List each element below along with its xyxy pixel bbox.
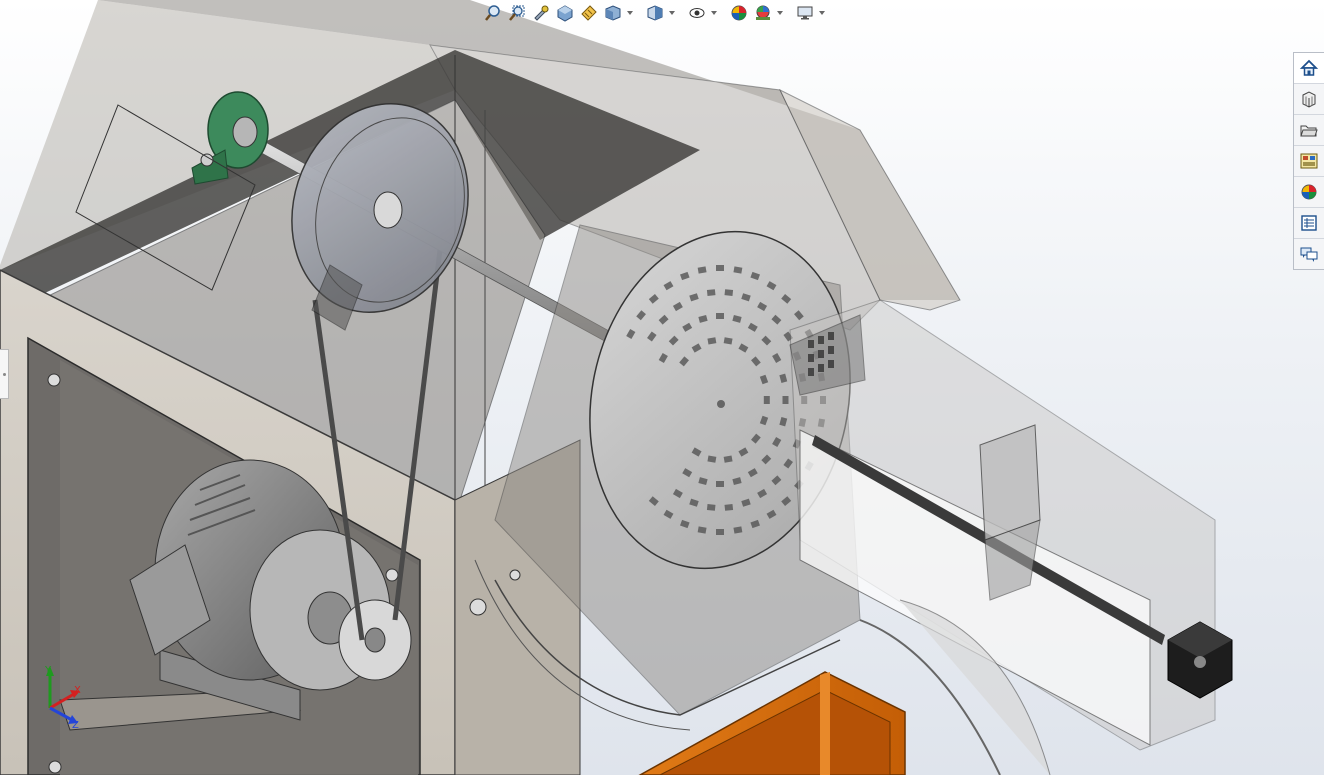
view-orientation-icon[interactable] bbox=[602, 2, 624, 24]
feature-manager-collapse-handle[interactable] bbox=[0, 349, 9, 399]
previous-view-icon[interactable] bbox=[530, 2, 552, 24]
apply-scene-dropdown-icon[interactable] bbox=[776, 2, 784, 24]
display-style-dropdown-icon[interactable] bbox=[668, 2, 676, 24]
triad-z-label: Z bbox=[72, 720, 79, 731]
display-style-icon[interactable] bbox=[644, 2, 666, 24]
hide-show-dropdown-icon[interactable] bbox=[710, 2, 718, 24]
edit-appearance-icon[interactable] bbox=[728, 2, 750, 24]
zoom-to-fit-icon[interactable] bbox=[482, 2, 504, 24]
triad-x-axis bbox=[49, 692, 75, 710]
graphics-area[interactable] bbox=[0, 0, 1324, 775]
sieve-hole bbox=[716, 529, 724, 535]
view-settings-dropdown-icon[interactable] bbox=[818, 2, 826, 24]
reference-triad: Y X Z bbox=[44, 665, 81, 731]
triad-z-axis bbox=[49, 706, 73, 722]
sieve-hole bbox=[716, 481, 724, 487]
sieve-hole bbox=[782, 396, 789, 404]
triad-y-label: Y bbox=[44, 665, 52, 676]
handle-grip bbox=[2, 372, 6, 376]
sieve-hole bbox=[716, 313, 724, 319]
sieve-hole bbox=[724, 503, 734, 511]
apply-scene-icon[interactable] bbox=[752, 2, 774, 24]
section-view-icon[interactable] bbox=[554, 2, 576, 24]
design-library-icon[interactable] bbox=[1294, 84, 1324, 115]
sieve-hole bbox=[724, 289, 734, 297]
view-settings-icon[interactable] bbox=[794, 2, 816, 24]
sieve-hole bbox=[706, 503, 716, 511]
sieve-hole bbox=[706, 289, 716, 297]
file-explorer-icon[interactable] bbox=[1294, 115, 1324, 146]
sieve-hole bbox=[716, 265, 724, 271]
zoom-to-area-icon[interactable] bbox=[506, 2, 528, 24]
custom-properties-icon[interactable] bbox=[1294, 208, 1324, 239]
heads-up-view-toolbar bbox=[482, 2, 826, 24]
dynamic-annotation-icon[interactable] bbox=[578, 2, 600, 24]
sieve-hole bbox=[763, 396, 770, 404]
triad-x-label: X bbox=[74, 685, 81, 696]
task-pane-tabs bbox=[1293, 52, 1324, 270]
home-icon[interactable] bbox=[1294, 53, 1324, 84]
hide-show-items-icon[interactable] bbox=[686, 2, 708, 24]
forum-icon[interactable] bbox=[1294, 239, 1324, 269]
view-orientation-dropdown-icon[interactable] bbox=[626, 2, 634, 24]
view-palette-icon[interactable] bbox=[1294, 146, 1324, 177]
appearances-icon[interactable] bbox=[1294, 177, 1324, 208]
